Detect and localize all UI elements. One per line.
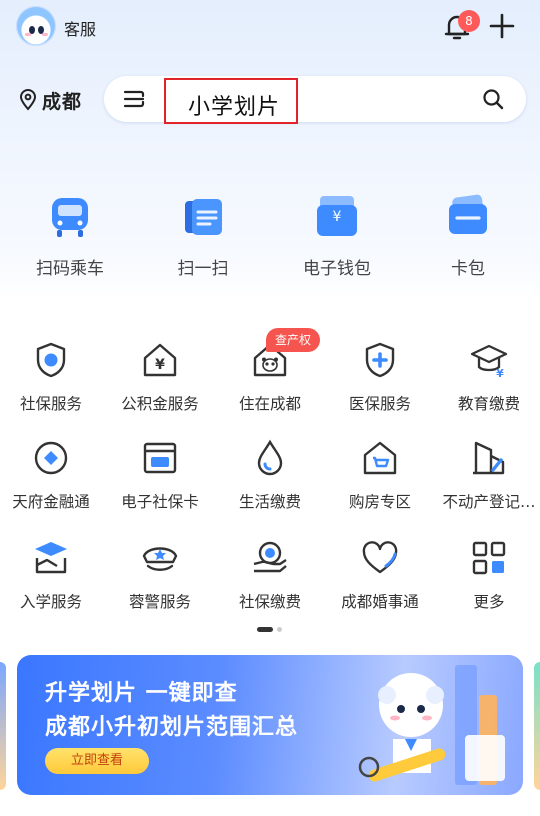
service-label: 社保服务 <box>19 395 82 413</box>
service-social-security[interactable]: 社保服务 <box>0 340 105 414</box>
property-rights-tag: 查产权 <box>266 328 321 352</box>
service-label: 住在成都 <box>238 395 301 413</box>
heart-icon <box>362 541 398 574</box>
banner-subtitle: 成都小升初划片范围汇总 <box>45 715 299 740</box>
school-enroll-icon <box>35 542 67 574</box>
service-label: 社保缴费 <box>238 593 301 611</box>
notification-badge: 8 <box>458 10 480 32</box>
service-police[interactable]: 蓉警服务 <box>106 538 214 612</box>
service-label: 医保服务 <box>348 395 411 413</box>
wallet-icon: ¥ <box>317 196 357 236</box>
service-label: 入学服务 <box>19 593 82 611</box>
service-label: 天府金融通 <box>12 493 90 511</box>
page-dot <box>277 627 282 632</box>
location-selector[interactable]: 成都 <box>18 86 82 114</box>
svg-text:¥: ¥ <box>155 357 165 373</box>
search-bar[interactable]: 小学划片 <box>104 76 526 124</box>
police-cap-icon <box>142 547 178 571</box>
avatar-cheek <box>42 33 48 36</box>
service-social-payment[interactable]: 社保缴费 <box>216 538 324 612</box>
service-more[interactable]: 更多 <box>435 538 540 612</box>
service-house-purchase[interactable]: 购房专区 <box>326 438 434 512</box>
service-e-social-card[interactable]: 电子社保卡 <box>106 438 214 512</box>
service-housing-fund[interactable]: ¥ 公积金服务 <box>106 340 214 414</box>
medical-shield-icon <box>365 342 395 378</box>
search-input[interactable]: 小学划片 <box>188 89 280 121</box>
service-marriage[interactable]: 成都婚事通 <box>326 538 434 612</box>
search-query-highlight[interactable]: 小学划片 <box>164 78 298 124</box>
main-action-label: 扫一扫 <box>177 259 229 279</box>
house-cart-icon <box>363 441 397 475</box>
banner-title: 升学划片 一键即查 <box>45 681 238 706</box>
service-label: 生活缴费 <box>238 493 301 511</box>
svg-text:¥: ¥ <box>496 367 504 380</box>
scan-icon <box>185 199 222 235</box>
svg-text:¥: ¥ <box>333 209 342 225</box>
main-action-label: 扫码乘车 <box>36 259 104 279</box>
social-card-icon <box>143 442 177 474</box>
main-action-label: 卡包 <box>451 259 485 279</box>
customer-service-avatar[interactable] <box>16 6 56 46</box>
main-action-scan-ride[interactable]: 扫码乘车 <box>15 190 125 279</box>
social-security-shield-icon <box>36 342 66 378</box>
main-action-card-pack[interactable]: 卡包 <box>413 190 523 279</box>
housing-fund-icon: ¥ <box>143 343 177 377</box>
location-pin-icon <box>19 89 37 111</box>
avatar-cheek <box>25 33 31 36</box>
search-icon[interactable] <box>482 88 504 110</box>
service-label: 不动产登记… <box>442 493 536 511</box>
service-living-payment[interactable]: 生活缴费 <box>216 438 324 512</box>
top-bar: 客服 8 <box>0 0 540 56</box>
banner-view-button[interactable]: 立即查看 <box>45 748 149 774</box>
service-label: 教育缴费 <box>457 395 520 413</box>
bus-icon <box>52 198 88 237</box>
service-medical-insurance[interactable]: 医保服务 <box>326 340 434 414</box>
main-action-wallet[interactable]: ¥ 电子钱包 <box>282 190 392 279</box>
service-label: 电子社保卡 <box>121 493 199 511</box>
main-action-label: 电子钱包 <box>303 259 371 279</box>
card-icon <box>449 194 487 234</box>
service-tianfu-finance[interactable]: 天府金融通 <box>0 438 105 512</box>
page-indicator <box>257 627 283 633</box>
graduation-cap-icon: ¥ <box>470 344 508 380</box>
main-actions-row: 扫码乘车 扫一扫 ¥ 电子钱包 卡包 <box>0 190 540 280</box>
finance-diamond-icon <box>34 441 68 475</box>
service-property-registration[interactable]: 不动产登记… <box>435 438 540 512</box>
banner-next-peek[interactable] <box>534 662 540 790</box>
mascot-illustration <box>358 665 505 785</box>
menu-icon[interactable] <box>122 88 146 110</box>
service-label: 更多 <box>473 593 505 611</box>
more-grid-icon <box>472 541 506 575</box>
banner-prev-peek[interactable] <box>0 662 6 790</box>
service-label: 蓉警服务 <box>128 593 191 611</box>
service-label: 成都婚事通 <box>341 593 419 611</box>
promo-banner[interactable]: 升学划片 一键即查 成都小升初划片范围汇总 立即查看 <box>17 655 523 795</box>
water-drop-icon <box>257 439 283 476</box>
customer-service-label[interactable]: 客服 <box>64 16 96 40</box>
plus-icon[interactable] <box>488 12 516 40</box>
service-school-enrollment[interactable]: 入学服务 <box>0 538 105 612</box>
property-building-icon <box>473 441 505 475</box>
main-action-scan[interactable]: 扫一扫 <box>148 190 258 279</box>
service-label: 购房专区 <box>348 493 411 511</box>
service-education-fee[interactable]: ¥ 教育缴费 <box>435 340 540 414</box>
page-dot-active <box>257 627 273 632</box>
city-name: 成都 <box>42 90 83 113</box>
social-pay-icon <box>253 541 287 573</box>
service-label: 公积金服务 <box>121 395 199 413</box>
